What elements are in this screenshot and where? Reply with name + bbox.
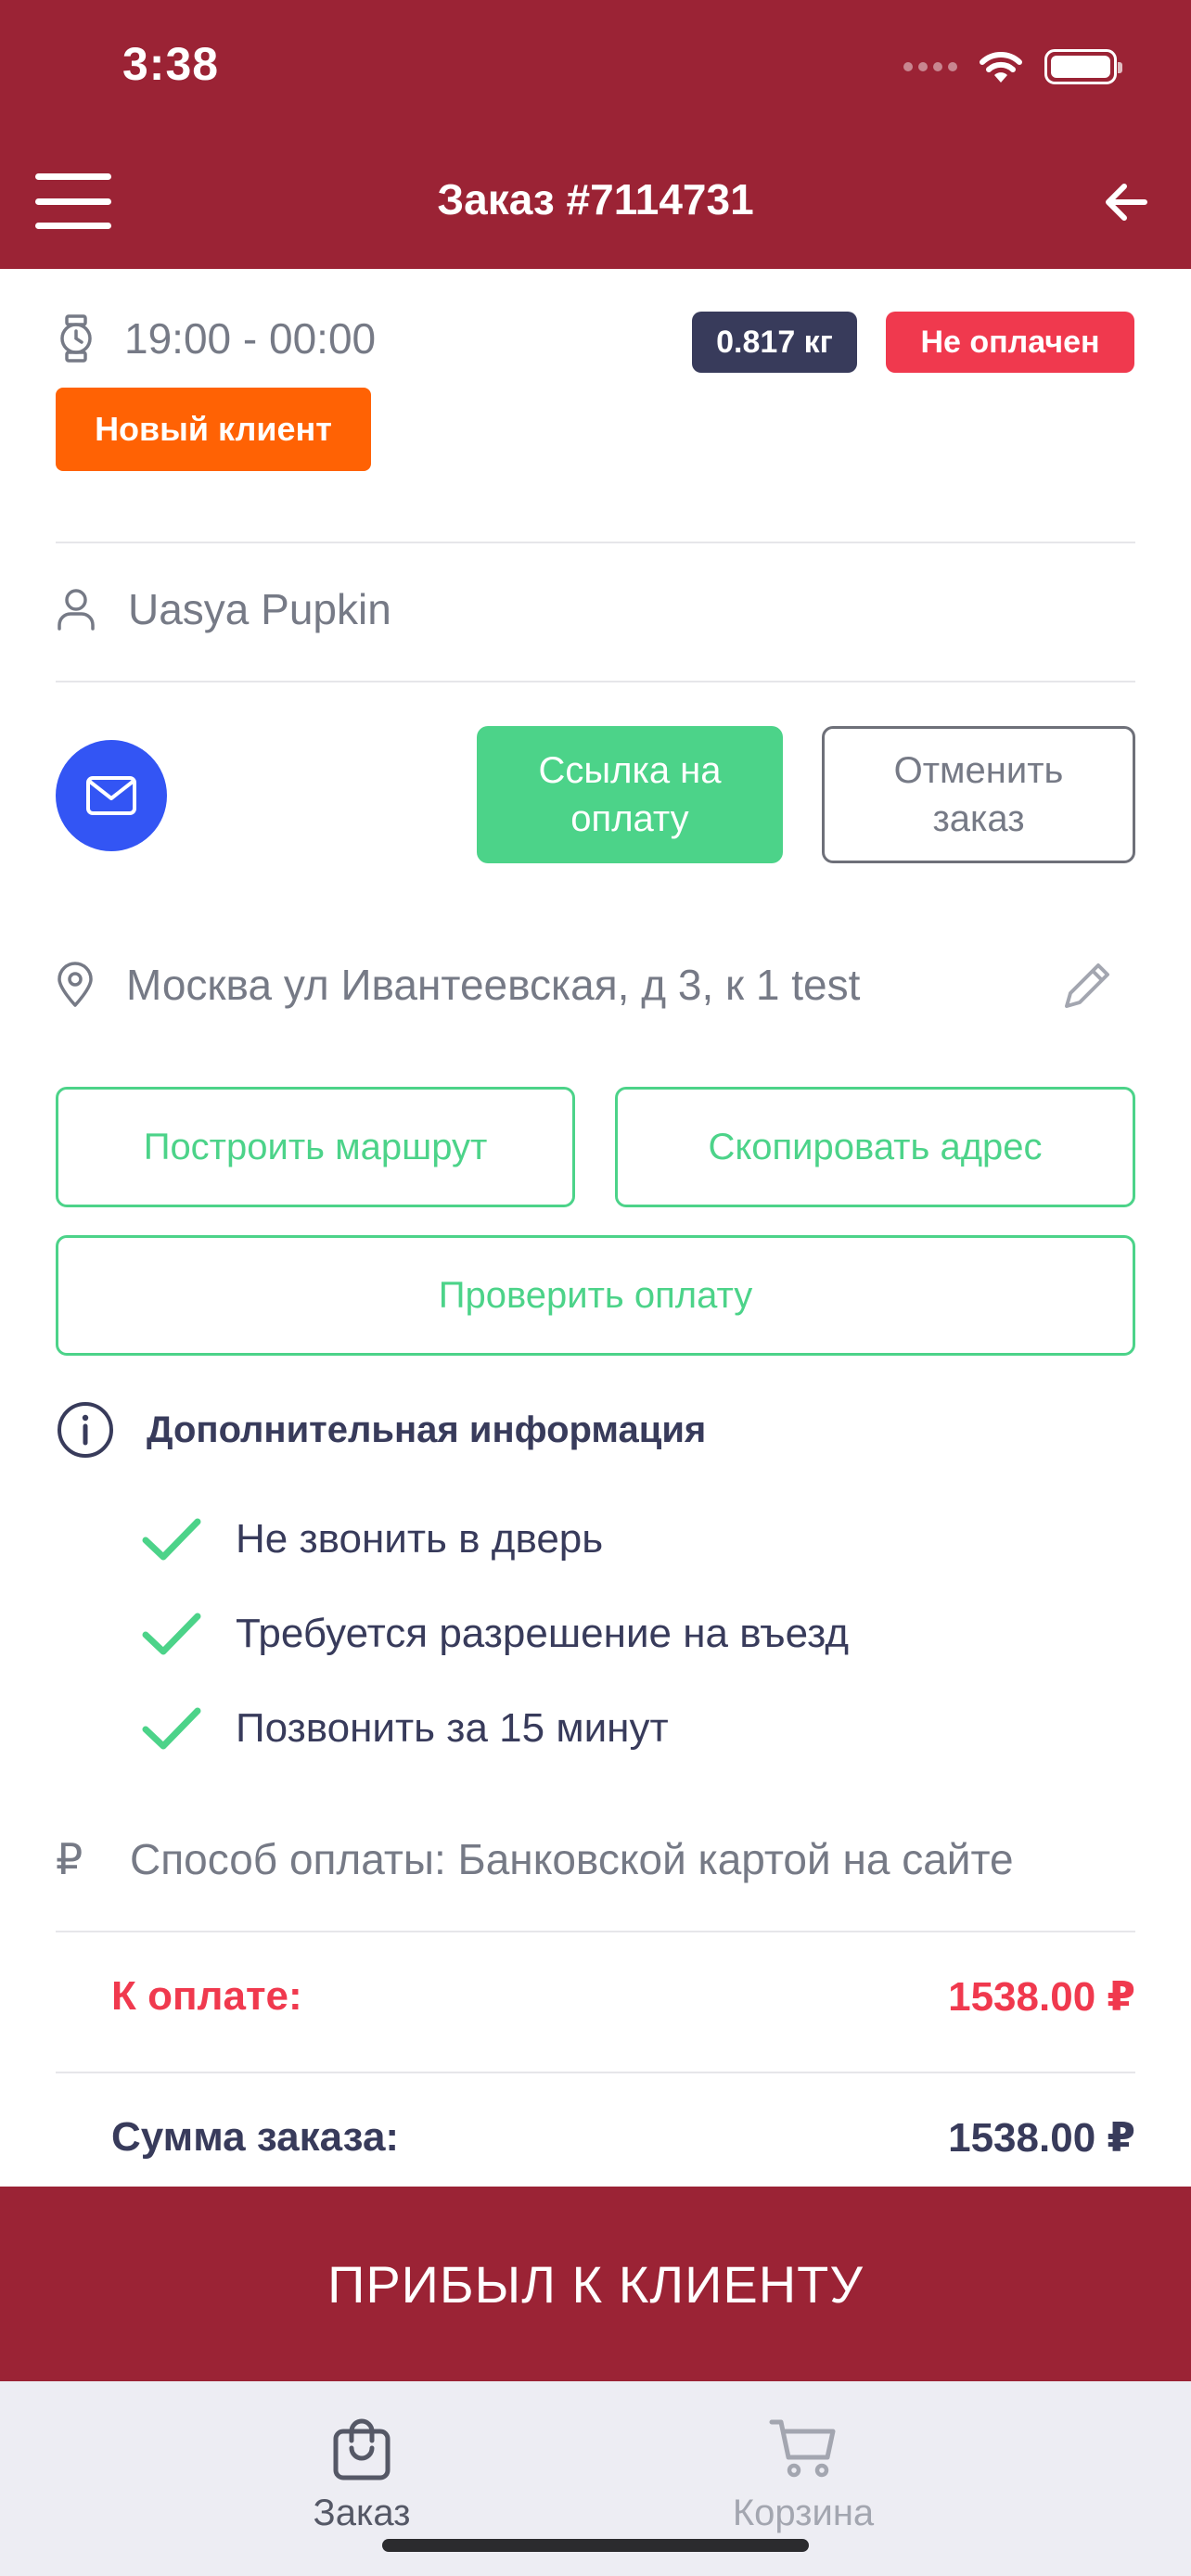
extra-info-header: Дополнительная информация — [56, 1400, 706, 1460]
app-header: 3:38 Заказ #7114731 — [0, 0, 1191, 269]
amount-due-value: 1538.00 ₽ — [948, 1974, 1135, 2020]
payment-method-row: ₽ Способ оплаты: Банковской картой на са… — [56, 1834, 1014, 1884]
order-total-value: 1538.00 ₽ — [948, 2115, 1135, 2161]
order-screen: 3:38 Заказ #7114731 19:00 - 00:00 0.817 … — [0, 0, 1191, 2576]
divider — [56, 1931, 1135, 1932]
nav-bar: Заказ #7114731 — [0, 148, 1191, 250]
status-time: 3:38 — [122, 38, 220, 90]
extra-info-item: Не звонить в дверь — [141, 1516, 603, 1562]
check-payment-button[interactable]: Проверить оплату — [56, 1235, 1135, 1356]
tab-order[interactable]: Заказ — [223, 2415, 501, 2534]
divider — [56, 681, 1135, 682]
info-icon — [58, 1402, 113, 1458]
payment-link-button[interactable]: Ссылка на оплату — [477, 726, 783, 863]
delivery-address: Москва ул Ивантеевская, д 3, к 1 test — [126, 961, 861, 1009]
amount-due-label: К оплате: — [111, 1973, 302, 2019]
order-total-label: Сумма заказа: — [111, 2114, 400, 2160]
check-icon — [142, 1707, 201, 1750]
check-icon — [142, 1613, 201, 1655]
home-indicator — [382, 2539, 809, 2552]
build-route-button[interactable]: Построить маршрут — [56, 1087, 575, 1207]
shopping-bag-icon — [333, 2418, 391, 2480]
location-pin-icon — [58, 962, 93, 1007]
email-button[interactable] — [56, 740, 167, 851]
battery-icon — [1044, 49, 1122, 84]
extra-info-text: Не звонить в дверь — [236, 1516, 604, 1562]
watch-icon — [60, 314, 92, 363]
new-client-badge: Новый клиент — [56, 388, 371, 471]
divider — [56, 542, 1135, 543]
delivery-time-row: 19:00 - 00:00 — [56, 313, 376, 363]
extra-info-title: Дополнительная информация — [147, 1409, 707, 1450]
wifi-icon — [980, 52, 1022, 83]
tab-cart-label: Корзина — [732, 2493, 875, 2533]
delivery-time: 19:00 - 00:00 — [124, 314, 377, 363]
extra-info-text: Позвонить за 15 минут — [236, 1705, 669, 1751]
extra-info-item: Требуется разрешение на въезд — [141, 1611, 849, 1657]
user-icon — [58, 589, 95, 631]
payment-status-badge: Не оплачен — [886, 312, 1134, 373]
check-icon — [142, 1518, 201, 1561]
customer-row: Uasya Pupkin — [56, 584, 391, 634]
order-details: 19:00 - 00:00 0.817 кг Не оплачен Новый … — [0, 269, 1191, 2187]
cancel-order-button[interactable]: Отменить заказ — [822, 726, 1135, 863]
ruble-icon: ₽ — [56, 1835, 83, 1883]
address-row: Москва ул Ивантеевская, д 3, к 1 test — [56, 960, 1135, 1010]
tab-cart[interactable]: Корзина — [664, 2415, 942, 2534]
pencil-icon[interactable] — [1057, 956, 1117, 1015]
customer-name: Uasya Pupkin — [128, 585, 391, 633]
arrived-to-client-button[interactable]: ПРИБЫЛ К КЛИЕНТУ — [0, 2187, 1191, 2381]
mail-icon — [86, 776, 136, 815]
signal-icon — [903, 62, 957, 71]
cart-icon — [769, 2419, 836, 2478]
status-icons — [903, 46, 1122, 87]
divider — [56, 2072, 1135, 2073]
payment-method: Способ оплаты: Банковской картой на сайт… — [130, 1835, 1014, 1883]
extra-info-item: Позвонить за 15 минут — [141, 1705, 669, 1752]
extra-info-text: Требуется разрешение на въезд — [236, 1611, 850, 1656]
weight-badge: 0.817 кг — [692, 312, 857, 373]
tab-order-label: Заказ — [313, 2493, 411, 2533]
page-title: Заказ #7114731 — [437, 175, 754, 223]
copy-address-button[interactable]: Скопировать адрес — [615, 1087, 1135, 1207]
back-arrow-icon[interactable] — [1098, 174, 1154, 230]
